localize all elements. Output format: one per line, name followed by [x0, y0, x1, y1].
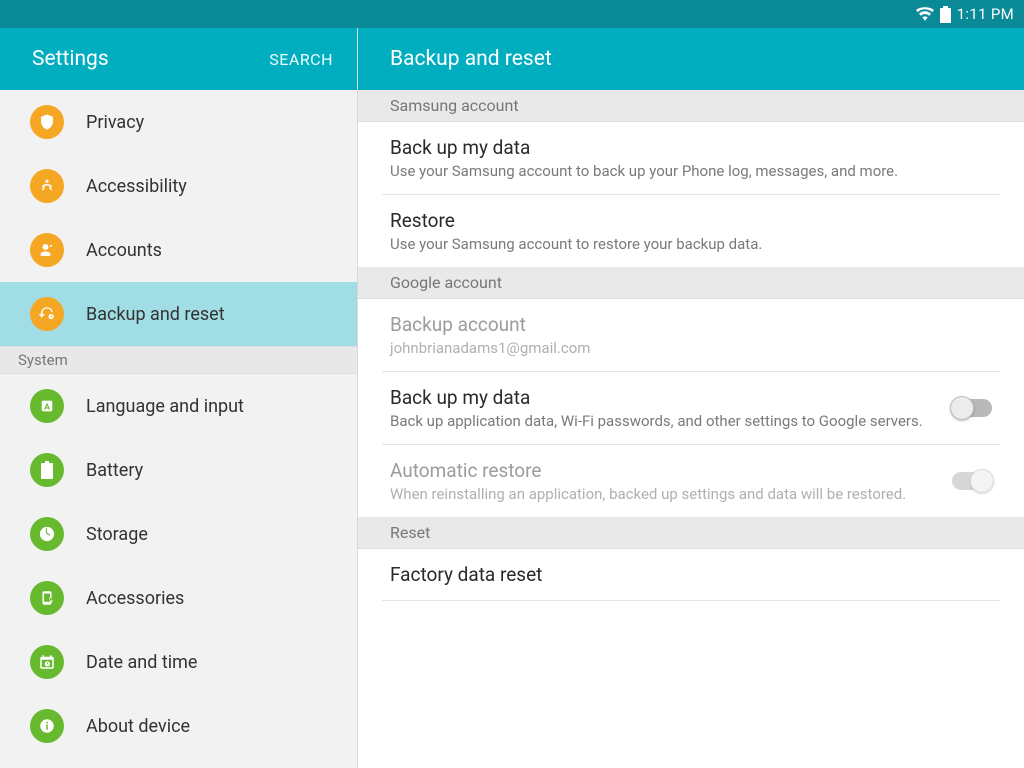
sidebar-item-label: Backup and reset [86, 304, 225, 325]
language-icon: A [30, 389, 64, 423]
sidebar-item-accessories[interactable]: Accessories [0, 566, 357, 630]
google-backup-data-row[interactable]: Back up my data Back up application data… [358, 372, 1024, 444]
sidebar-section-system: System [0, 346, 357, 374]
sidebar-item-label: Privacy [86, 112, 144, 133]
row-title: Factory data reset [390, 563, 992, 586]
accessories-icon [30, 581, 64, 615]
row-subtitle: Back up application data, Wi-Fi password… [390, 412, 936, 430]
sidebar-item-label: Accessibility [86, 176, 187, 197]
about-icon [30, 709, 64, 743]
battery-icon [30, 453, 64, 487]
row-subtitle: johnbrianadams1@gmail.com [390, 339, 992, 357]
sidebar-item-label: Language and input [86, 396, 244, 417]
accounts-icon [30, 233, 64, 267]
section-header-samsung: Samsung account [358, 90, 1024, 122]
accessibility-icon [30, 169, 64, 203]
status-time: 1:11 PM [957, 5, 1014, 23]
row-title: Backup account [390, 313, 992, 336]
backup-icon [30, 297, 64, 331]
row-title: Back up my data [390, 386, 936, 409]
status-bar: 1:11 PM [0, 0, 1024, 28]
main-content: Samsung account Back up my data Use your… [358, 90, 1024, 768]
main-panel: Backup and reset Samsung account Back up… [358, 28, 1024, 768]
google-automatic-restore-row: Automatic restore When reinstalling an a… [358, 445, 1024, 517]
sidebar-item-language[interactable]: A Language and input [0, 374, 357, 438]
section-header-reset: Reset [358, 517, 1024, 549]
sidebar-item-label: Storage [86, 524, 148, 545]
sidebar-item-label: Date and time [86, 652, 197, 673]
sidebar-item-label: Battery [86, 460, 143, 481]
google-backup-account-row: Backup account johnbrianadams1@gmail.com [358, 299, 1024, 371]
sidebar-item-accounts[interactable]: Accounts [0, 218, 357, 282]
sidebar-header: Settings SEARCH [0, 28, 357, 90]
samsung-backup-row[interactable]: Back up my data Use your Samsung account… [358, 122, 1024, 194]
row-title: Automatic restore [390, 459, 936, 482]
sidebar-item-label: Accounts [86, 240, 162, 261]
datetime-icon [30, 645, 64, 679]
automatic-restore-toggle [952, 472, 992, 490]
backup-data-toggle[interactable] [952, 399, 992, 417]
battery-icon [940, 6, 951, 23]
sidebar-item-storage[interactable]: Storage [0, 502, 357, 566]
sidebar-nav: Privacy Accessibility Accounts Backup and r… [0, 90, 357, 768]
storage-icon [30, 517, 64, 551]
privacy-icon [30, 105, 64, 139]
row-subtitle: Use your Samsung account to restore your… [390, 235, 992, 253]
row-title: Restore [390, 209, 992, 232]
factory-data-reset-row[interactable]: Factory data reset [358, 549, 1024, 600]
section-header-google: Google account [358, 267, 1024, 299]
sidebar-item-backup[interactable]: Backup and reset [0, 282, 357, 346]
sidebar-item-label: About device [86, 716, 190, 737]
svg-text:A: A [44, 402, 50, 412]
sidebar-item-label: Accessories [86, 588, 184, 609]
sidebar-item-accessibility[interactable]: Accessibility [0, 154, 357, 218]
main-header: Backup and reset [358, 28, 1024, 90]
search-button[interactable]: SEARCH [269, 50, 333, 69]
sidebar-item-datetime[interactable]: Date and time [0, 630, 357, 694]
page-title: Backup and reset [390, 47, 552, 71]
sidebar-item-battery[interactable]: Battery [0, 438, 357, 502]
sidebar-item-privacy[interactable]: Privacy [0, 90, 357, 154]
row-subtitle: When reinstalling an application, backed… [390, 485, 936, 503]
row-subtitle: Use your Samsung account to back up your… [390, 162, 992, 180]
sidebar-title: Settings [32, 47, 109, 71]
wifi-icon [916, 7, 934, 21]
samsung-restore-row[interactable]: Restore Use your Samsung account to rest… [358, 195, 1024, 267]
divider [382, 600, 1000, 601]
sidebar: Settings SEARCH Privacy Accessibility Acco… [0, 28, 358, 768]
sidebar-item-about[interactable]: About device [0, 694, 357, 758]
row-title: Back up my data [390, 136, 992, 159]
